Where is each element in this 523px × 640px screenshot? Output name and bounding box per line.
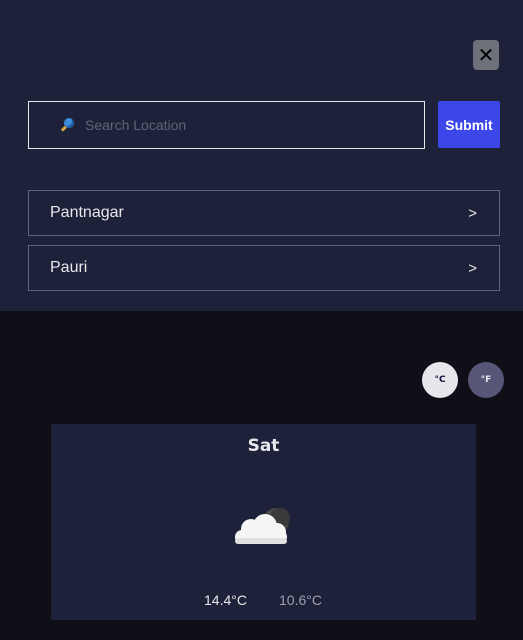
close-button[interactable]: ✕	[473, 40, 499, 70]
search-panel: ✕ Submit Pantnagar > Pauri >	[0, 0, 523, 311]
location-name: Pantnagar	[50, 204, 124, 221]
location-name: Pauri	[50, 259, 88, 276]
chevron-right-icon: >	[468, 204, 477, 222]
search-input[interactable]	[83, 116, 407, 134]
close-icon: ✕	[477, 43, 495, 67]
fahrenheit-button[interactable]: °F	[468, 362, 504, 398]
search-icon	[60, 118, 75, 132]
forecast-day: Sat	[247, 436, 280, 456]
cloud-moon-icon	[235, 508, 290, 544]
max-temp: 14.4°C	[204, 592, 247, 608]
submit-button[interactable]: Submit	[438, 101, 500, 148]
location-item-pantnagar[interactable]: Pantnagar >	[28, 190, 500, 236]
celsius-button[interactable]: °C	[422, 362, 458, 398]
search-field[interactable]	[28, 101, 425, 149]
forecast-card: Sat 14.4°C 10.6°C	[51, 424, 476, 620]
min-temp: 10.6°C	[279, 592, 322, 608]
chevron-right-icon: >	[468, 259, 477, 277]
location-item-pauri[interactable]: Pauri >	[28, 245, 500, 291]
